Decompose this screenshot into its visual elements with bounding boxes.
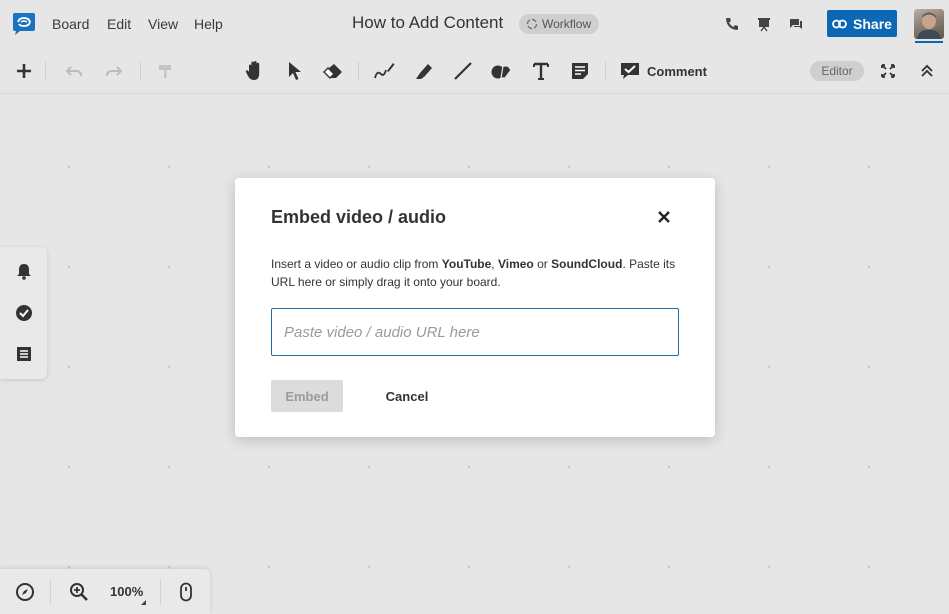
- modal-overlay: Embed video / audio Insert a video or au…: [0, 0, 949, 614]
- cancel-button[interactable]: Cancel: [375, 380, 439, 412]
- source-vimeo: Vimeo: [497, 257, 534, 271]
- media-url-input[interactable]: [271, 308, 679, 356]
- source-youtube: YouTube: [441, 257, 492, 271]
- dialog-title: Embed video / audio: [271, 207, 447, 227]
- embed-media-dialog: Embed video / audio Insert a video or au…: [235, 178, 715, 437]
- dialog-description: Insert a video or audio clip from YouTub…: [271, 257, 676, 289]
- embed-button[interactable]: Embed: [271, 380, 343, 412]
- close-icon[interactable]: [655, 208, 673, 226]
- source-soundcloud: SoundCloud: [551, 257, 623, 271]
